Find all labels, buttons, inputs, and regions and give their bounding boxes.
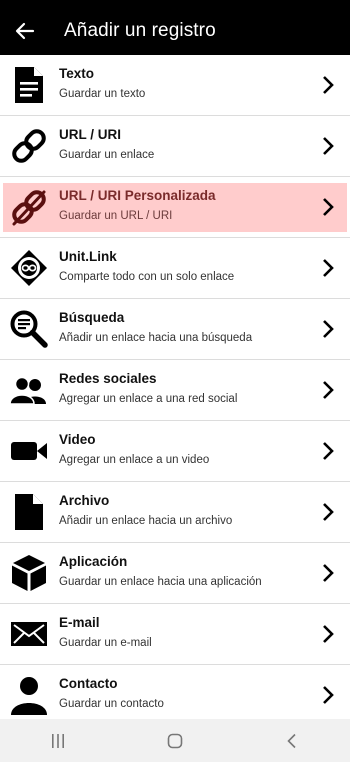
arrow-left-icon bbox=[15, 22, 35, 39]
list-item-archivo[interactable]: Archivo Añadir un enlace hacia un archiv… bbox=[0, 482, 350, 543]
app-bar: Añadir un registro bbox=[0, 6, 350, 55]
unit-link-logo-icon bbox=[11, 250, 47, 286]
list-item-busqueda[interactable]: Búsqueda Añadir un enlace hacia una búsq… bbox=[0, 299, 350, 360]
recent-apps-button[interactable] bbox=[28, 719, 88, 762]
list-item-url-personalizada[interactable]: URL / URI Personalizada Guardar un URL /… bbox=[0, 177, 350, 238]
list-item-texto[interactable]: Texto Guardar un texto bbox=[0, 55, 350, 116]
chevron-right-icon bbox=[323, 442, 334, 460]
chevron-right-icon bbox=[323, 137, 334, 155]
list-item-email[interactable]: E-mail Guardar un e-mail bbox=[0, 604, 350, 665]
chevron-right-icon bbox=[323, 320, 334, 338]
chevron-right-icon bbox=[323, 625, 334, 643]
file-icon bbox=[15, 494, 43, 530]
item-subtitle: Guardar un enlace hacia una aplicación bbox=[59, 576, 262, 588]
item-subtitle: Guardar un URL / URI bbox=[59, 210, 173, 222]
back-button[interactable] bbox=[2, 6, 48, 55]
chevron-right-icon bbox=[323, 686, 334, 704]
item-title: Redes sociales bbox=[59, 371, 157, 386]
chevron-right-icon bbox=[323, 564, 334, 582]
chevron-right-icon bbox=[323, 76, 334, 94]
item-subtitle: Agregar un enlace a un video bbox=[59, 454, 210, 466]
page-title: Añadir un registro bbox=[64, 19, 216, 41]
item-title: Aplicación bbox=[59, 554, 128, 569]
search-icon bbox=[10, 310, 48, 348]
item-title: E-mail bbox=[59, 615, 100, 630]
list-item-aplicacion[interactable]: Aplicación Guardar un enlace hacia una a… bbox=[0, 543, 350, 604]
item-title: URL / URI Personalizada bbox=[59, 188, 216, 203]
item-subtitle: Guardar un enlace bbox=[59, 149, 155, 161]
item-title: Unit.Link bbox=[59, 249, 117, 264]
chevron-right-icon bbox=[323, 259, 334, 277]
item-title: Video bbox=[59, 432, 96, 447]
item-subtitle: Guardar un e-mail bbox=[59, 637, 152, 649]
item-title: Archivo bbox=[59, 493, 110, 508]
system-nav-bar bbox=[0, 719, 350, 762]
item-subtitle: Comparte todo con un solo enlace bbox=[59, 271, 235, 283]
list-item-video[interactable]: Video Agregar un enlace a un video bbox=[0, 421, 350, 482]
item-subtitle: Agregar un enlace a una red social bbox=[59, 393, 238, 405]
back-nav-button[interactable] bbox=[262, 719, 322, 762]
recent-apps-icon bbox=[52, 733, 65, 748]
cube-icon bbox=[12, 555, 46, 591]
custom-link-icon bbox=[12, 190, 46, 226]
video-camera-icon bbox=[11, 442, 47, 460]
chevron-right-icon bbox=[323, 381, 334, 399]
item-subtitle: Guardar un texto bbox=[59, 88, 146, 100]
document-icon bbox=[15, 67, 43, 103]
item-title: Texto bbox=[59, 66, 95, 81]
chevron-right-icon bbox=[323, 503, 334, 521]
envelope-icon bbox=[11, 622, 47, 646]
record-type-list: Texto Guardar un texto URL / URI Guardar… bbox=[0, 55, 350, 726]
people-icon bbox=[9, 376, 46, 405]
item-title: Contacto bbox=[59, 676, 118, 691]
item-title: Búsqueda bbox=[59, 310, 125, 325]
chevron-right-icon bbox=[323, 198, 334, 216]
home-icon bbox=[167, 733, 183, 748]
link-icon bbox=[12, 129, 46, 163]
list-item-contacto[interactable]: Contacto Guardar un contacto bbox=[0, 665, 350, 726]
home-button[interactable] bbox=[145, 719, 205, 762]
back-chevron-icon bbox=[287, 733, 296, 748]
item-subtitle: Añadir un enlace hacia una búsqueda bbox=[59, 332, 253, 344]
item-subtitle: Añadir un enlace hacia un archivo bbox=[59, 515, 233, 527]
item-title: URL / URI bbox=[59, 127, 122, 142]
list-item-redes-sociales[interactable]: Redes sociales Agregar un enlace a una r… bbox=[0, 360, 350, 421]
list-item-unit-link[interactable]: Unit.Link Comparte todo con un solo enla… bbox=[0, 238, 350, 299]
item-subtitle: Guardar un contacto bbox=[59, 698, 164, 710]
list-item-url[interactable]: URL / URI Guardar un enlace bbox=[0, 116, 350, 177]
person-icon bbox=[11, 677, 47, 715]
